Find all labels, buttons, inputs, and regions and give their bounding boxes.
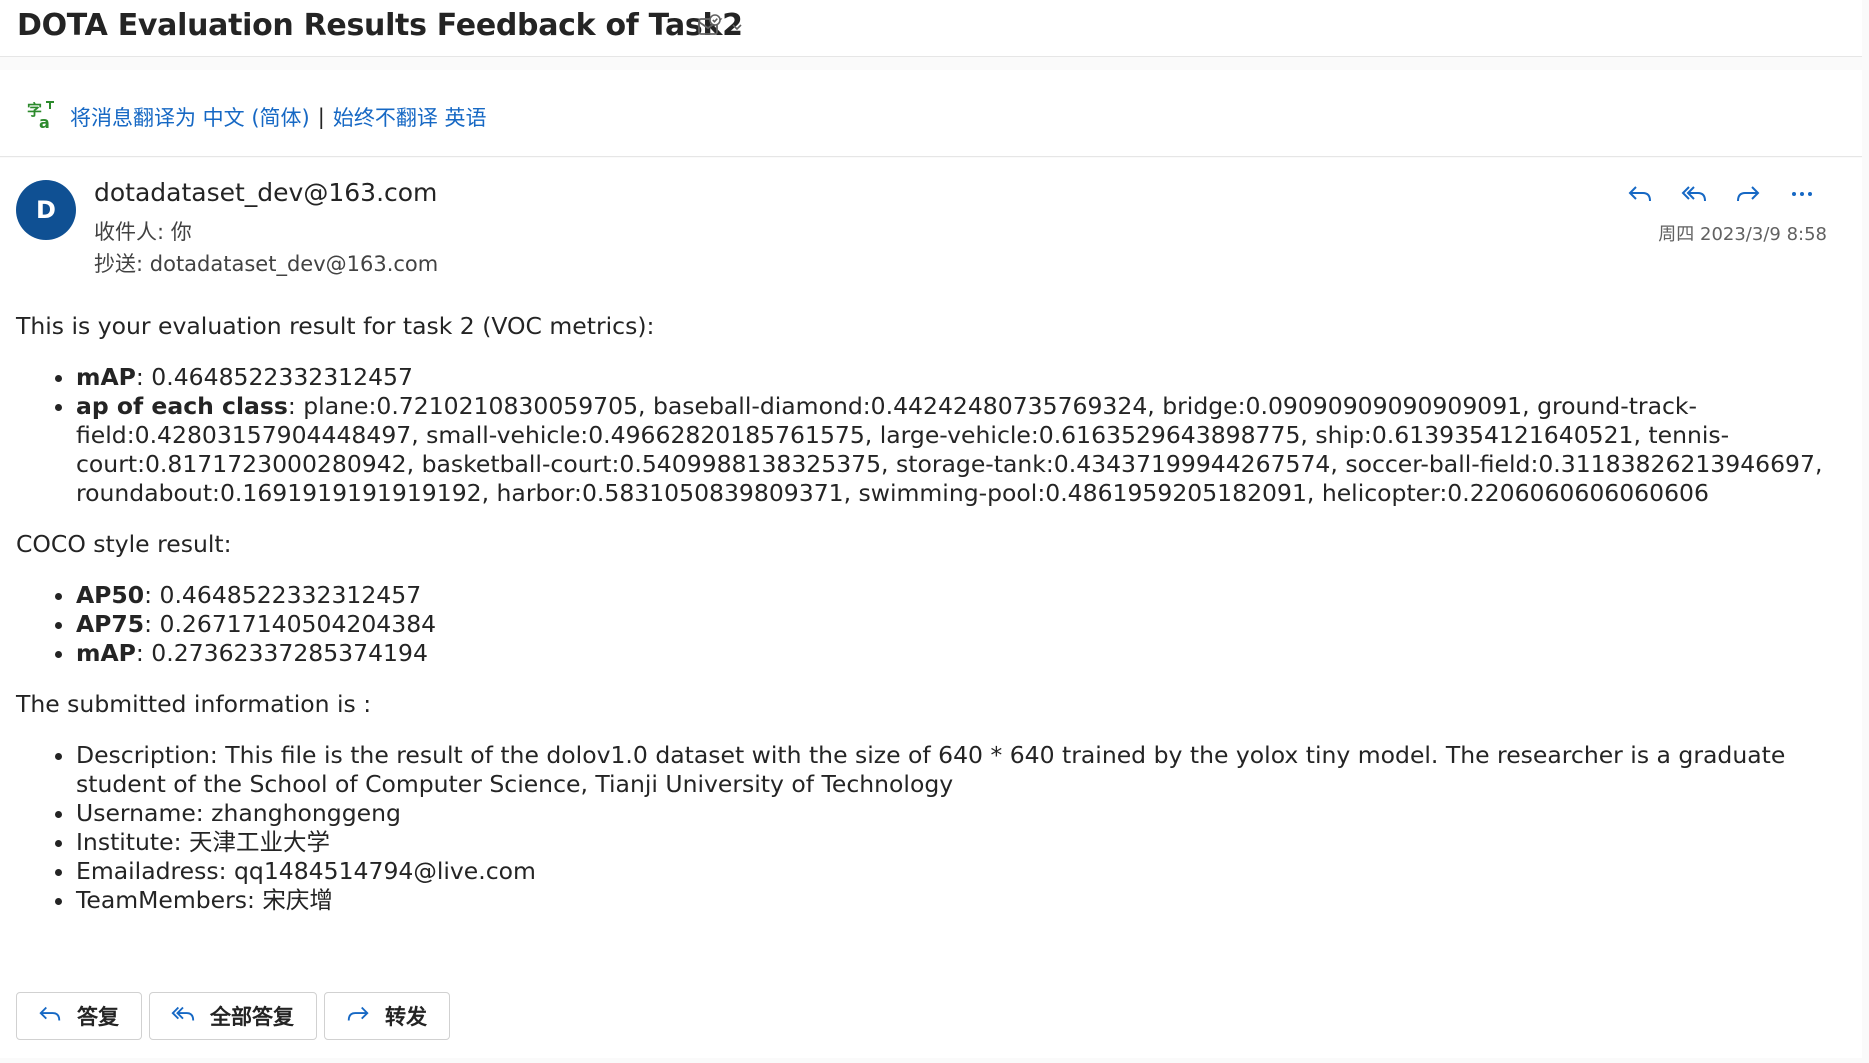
reply-button[interactable]: 答复 [16,992,142,1040]
cc-label: 抄送: [94,252,144,276]
subject-bar: DOTA Evaluation Results Feedback of Task… [0,0,1862,57]
message-date: 周四 2023/3/9 8:58 [1658,224,1827,245]
submitted-info-list: Description: This file is the result of … [16,741,1826,915]
svg-text:a: a [39,113,50,130]
chevron-down-icon[interactable] [730,19,744,38]
to-value[interactable]: 你 [171,220,192,244]
list-item: mAP: 0.4648522332312457 [76,363,1826,392]
forward-button[interactable]: 转发 [324,992,450,1040]
coco-heading: COCO style result: [16,530,232,558]
sender-address[interactable]: dotadataset_dev@163.com [94,178,437,207]
coco-results-list: AP50: 0.4648522332312457 AP75: 0.2671714… [16,581,1826,668]
avatar[interactable]: D [16,180,76,240]
forward-icon [345,1001,371,1032]
cc-value[interactable]: dotadataset_dev@163.com [150,252,438,276]
never-translate-link[interactable]: 始终不翻译 英语 [333,102,487,132]
to-label: 收件人: [94,220,165,244]
list-item: Institute: 天津工业大学 [76,828,1826,857]
translate-message-link[interactable]: 将消息翻译为 中文 (简体) [70,102,310,132]
submitted-heading: The submitted information is : [16,690,372,718]
reply-all-icon [170,1001,196,1032]
list-item: ap of each class: plane:0.72102108300597… [76,392,1826,508]
cc-line: 抄送: dotadataset_dev@163.com [94,248,438,278]
reply-icon[interactable] [1624,178,1656,210]
list-item: mAP: 0.27362337285374194 [76,639,1826,668]
mail-checkmark-icon[interactable] [696,13,722,43]
reply-button-row: 答复 全部答复 转发 [16,992,450,1040]
reply-button-label: 答复 [77,1005,119,1029]
reply-all-button[interactable]: 全部答复 [149,992,317,1040]
translate-icon: 字a [26,98,58,135]
intro-text: This is your evaluation result for task … [16,312,655,340]
list-item: AP75: 0.26717140504204384 [76,610,1826,639]
to-line: 收件人: 你 [94,216,192,246]
list-item: AP50: 0.4648522332312457 [76,581,1826,610]
reply-icon [37,1001,63,1032]
list-item: Emailadress: qq1484514794@live.com [76,857,1826,886]
message-card: D dotadataset_dev@163.com 收件人: 你 抄送: dot… [0,158,1862,1058]
forward-button-label: 转发 [385,1005,427,1029]
list-item: Username: zhanghonggeng [76,799,1826,828]
more-icon[interactable] [1786,178,1818,210]
subject-tools[interactable] [696,13,744,43]
message-subject: DOTA Evaluation Results Feedback of Task… [17,8,743,43]
message-actions [1624,178,1818,210]
translate-separator: | [317,104,325,129]
list-item: Description: This file is the result of … [76,741,1826,799]
reply-all-icon[interactable] [1678,178,1710,210]
list-item: TeamMembers: 宋庆增 [76,886,1826,915]
reply-all-button-label: 全部答复 [210,1005,294,1029]
forward-icon[interactable] [1732,178,1764,210]
translate-bar: 字a 将消息翻译为 中文 (简体) | 始终不翻译 英语 [0,70,1862,157]
message-body: This is your evaluation result for task … [16,312,1826,937]
voc-results-list: mAP: 0.4648522332312457 ap of each class… [16,363,1826,508]
